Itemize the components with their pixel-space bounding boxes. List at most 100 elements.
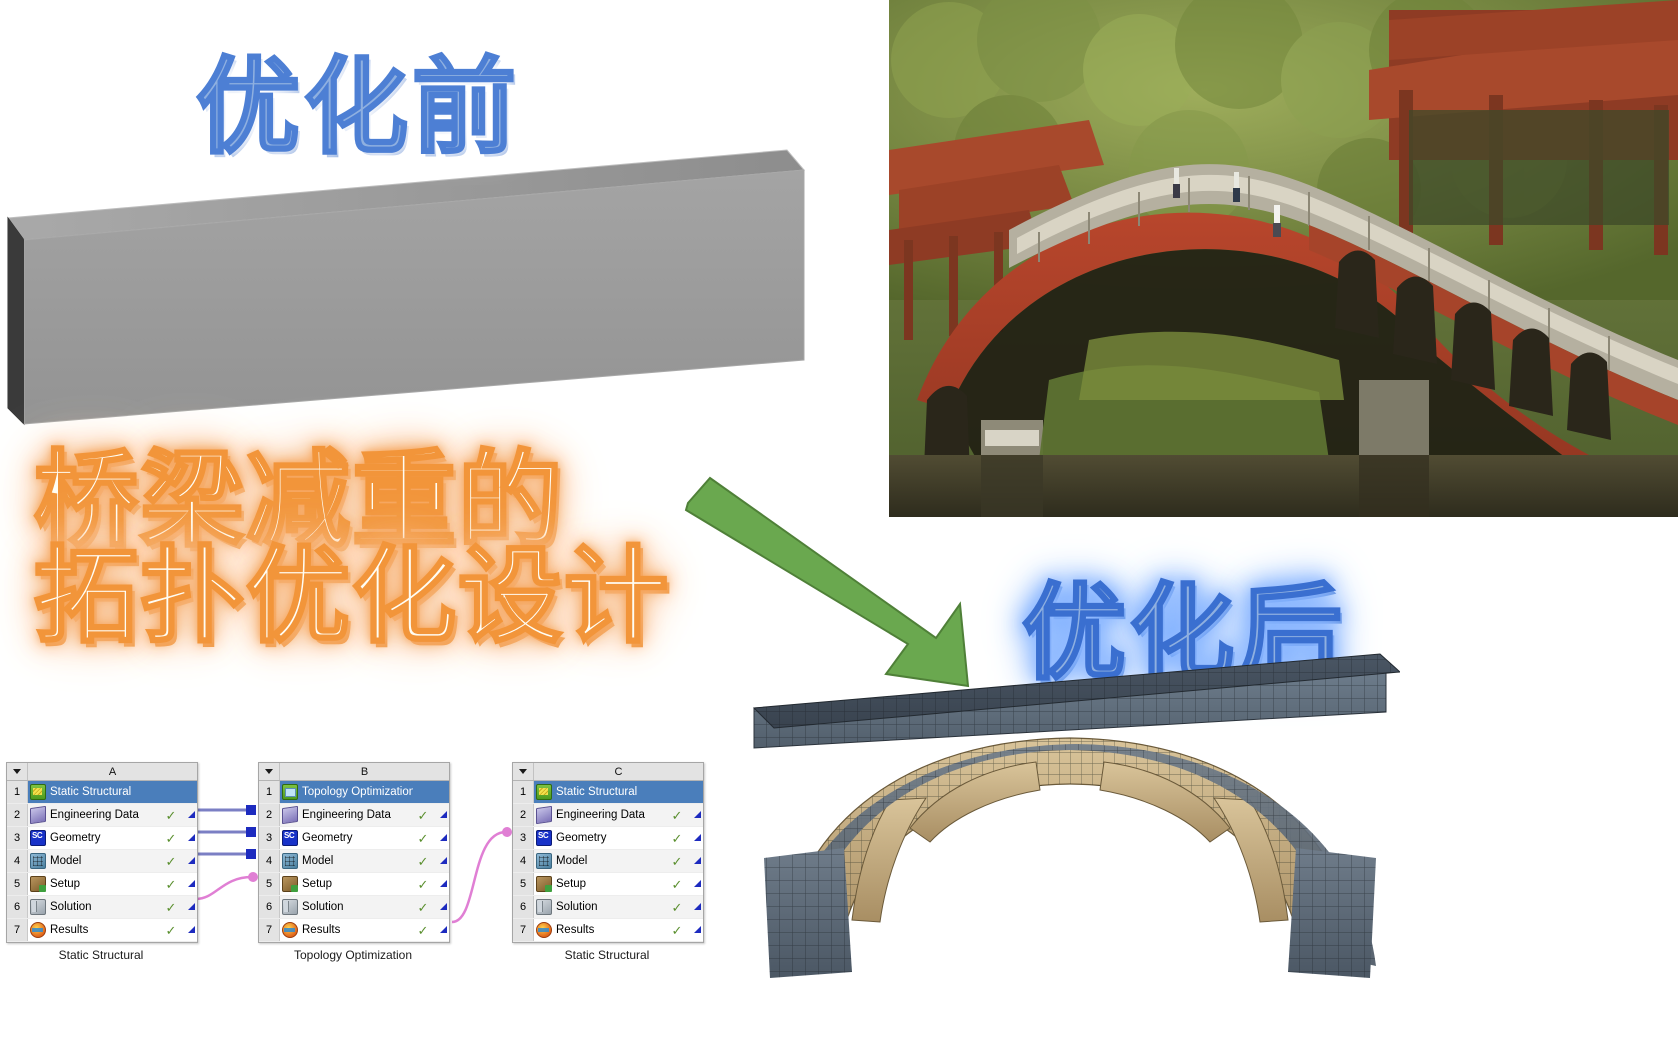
collapse-caret-c[interactable] (513, 763, 534, 780)
cell-corner-marker[interactable] (181, 902, 197, 912)
workflow-row-c6[interactable]: 6 Solution ✓ (513, 896, 703, 919)
row-number: 5 (7, 873, 28, 895)
cell-corner-marker[interactable] (181, 879, 197, 889)
row-status-check: ✓ (413, 901, 433, 914)
label-before-optimization: 优化前 (194, 45, 521, 170)
row-number: 5 (259, 873, 280, 895)
cell-corner-marker[interactable] (687, 833, 703, 843)
workflow-row-a6[interactable]: 6 Solution ✓ (7, 896, 197, 919)
cell-corner-marker[interactable] (687, 902, 703, 912)
link-a6-to-b5 (195, 875, 253, 901)
workflow-row-b2[interactable]: 2 Engineering Data ✓ (259, 804, 449, 827)
setup-icon (280, 876, 300, 892)
model-icon (28, 853, 48, 869)
row-number: 6 (513, 896, 534, 918)
workflow-block-b[interactable]: B 1 Topology Optimization 2 Engineering … (258, 762, 450, 943)
row-status-check: ✓ (667, 855, 687, 868)
fem-bridge-svg (752, 653, 1402, 978)
collapse-caret-a[interactable] (7, 763, 28, 780)
chevron-down-icon (13, 769, 21, 774)
cell-corner-marker[interactable] (181, 925, 197, 935)
check-icon: ✓ (417, 922, 429, 938)
results-icon (534, 922, 554, 938)
row-number: 2 (7, 804, 28, 826)
cell-corner-marker[interactable] (433, 810, 449, 820)
workflow-row-c1[interactable]: 1 Static Structural (513, 781, 703, 804)
workflow-block-b-header: B (259, 763, 449, 781)
check-icon: ✓ (417, 807, 429, 823)
cell-corner-marker[interactable] (687, 925, 703, 935)
workflow-row-a4[interactable]: 4 Model ✓ (7, 850, 197, 873)
check-icon: ✓ (417, 853, 429, 869)
cell-corner-marker[interactable] (181, 833, 197, 843)
geometry-spaceclaim-icon (28, 830, 48, 846)
cell-corner-marker[interactable] (433, 902, 449, 912)
engineering-data-icon (28, 805, 48, 825)
solution-icon (280, 899, 300, 915)
workflow-row-b6[interactable]: 6 Solution ✓ (259, 896, 449, 919)
check-icon: ✓ (165, 922, 177, 938)
cell-corner-marker[interactable] (433, 879, 449, 889)
beam-3d-svg (7, 149, 806, 426)
cell-corner-marker[interactable] (181, 810, 197, 820)
workflow-row-b4[interactable]: 4 Model ✓ (259, 850, 449, 873)
check-icon: ✓ (165, 899, 177, 915)
workflow-row-c4[interactable]: 4 Model ✓ (513, 850, 703, 873)
optimized-bridge-fem-model (740, 620, 1402, 980)
workflow-row-a3[interactable]: 3 Geometry ✓ (7, 827, 197, 850)
row-status-check: ✓ (161, 809, 181, 822)
engineering-data-icon (534, 805, 554, 825)
row-label: Model (556, 855, 588, 867)
workflow-row-a5[interactable]: 5 Setup ✓ (7, 873, 197, 896)
column-letter-b: B (360, 765, 369, 778)
row-number: 1 (259, 781, 280, 803)
collapse-caret-b[interactable] (259, 763, 280, 780)
workflow-row-a2[interactable]: 2 Engineering Data ✓ (7, 804, 197, 827)
row-number: 6 (259, 896, 280, 918)
row-label: Solution (302, 901, 344, 913)
workflow-row-c3[interactable]: 3 Geometry ✓ (513, 827, 703, 850)
cell-corner-marker[interactable] (181, 856, 197, 866)
workflow-caption-b: Topology Optimization (293, 948, 413, 962)
row-number: 7 (513, 919, 534, 941)
link-b7-to-c3 (451, 830, 507, 924)
row-status-check: ✓ (413, 924, 433, 937)
row-number: 4 (7, 850, 28, 872)
results-icon (280, 922, 300, 938)
workflow-row-c5[interactable]: 5 Setup ✓ (513, 873, 703, 896)
workflow-row-b5[interactable]: 5 Setup ✓ (259, 873, 449, 896)
cell-corner-marker[interactable] (433, 925, 449, 935)
workflow-row-b7[interactable]: 7 Results ✓ (259, 919, 449, 942)
row-label: Results (556, 924, 595, 936)
row-number: 3 (513, 827, 534, 849)
row-status-check: ✓ (413, 809, 433, 822)
check-icon: ✓ (417, 899, 429, 915)
check-icon: ✓ (165, 853, 177, 869)
row-label: Setup (302, 878, 333, 890)
check-icon: ✓ (417, 876, 429, 892)
cell-corner-marker[interactable] (433, 833, 449, 843)
column-letter-c: C (614, 765, 623, 778)
workflow-block-c[interactable]: C 1 Static Structural 2 Engineering Data… (512, 762, 704, 943)
row-status-check: ✓ (161, 878, 181, 891)
row-label: Results (50, 924, 89, 936)
ansys-workbench-project-schematic: A 1 Static Structural 2 Engineering Data… (0, 752, 730, 992)
workflow-row-a1[interactable]: 1 Static Structural (7, 781, 197, 804)
workflow-row-b3[interactable]: 3 Geometry ✓ (259, 827, 449, 850)
cell-corner-marker[interactable] (687, 810, 703, 820)
workflow-block-a[interactable]: A 1 Static Structural 2 Engineering Data… (6, 762, 198, 943)
workflow-row-b1[interactable]: 1 Topology Optimization (259, 781, 449, 804)
workflow-row-a7[interactable]: 7 Results ✓ (7, 919, 197, 942)
check-icon: ✓ (165, 830, 177, 846)
cell-corner-marker[interactable] (687, 879, 703, 889)
cell-corner-marker[interactable] (687, 856, 703, 866)
row-number: 4 (513, 850, 534, 872)
workflow-row-c2[interactable]: 2 Engineering Data ✓ (513, 804, 703, 827)
workflow-row-c7[interactable]: 7 Results ✓ (513, 919, 703, 942)
row-number: 1 (513, 781, 534, 803)
cell-corner-marker[interactable] (433, 856, 449, 866)
results-icon (28, 922, 48, 938)
row-number: 5 (513, 873, 534, 895)
row-label: Geometry (556, 832, 607, 844)
workflow-block-a-header: A (7, 763, 197, 781)
